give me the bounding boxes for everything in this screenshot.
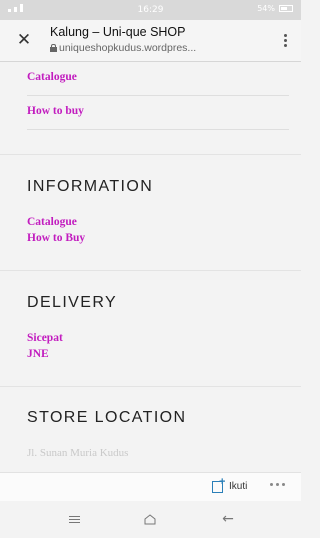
close-icon[interactable]: ✕: [14, 30, 34, 50]
follow-button[interactable]: Ikuti: [212, 476, 248, 493]
link-catalogue[interactable]: Catalogue: [27, 71, 77, 83]
divider: [27, 129, 289, 130]
battery-percent: 54%: [257, 4, 275, 13]
link-sicepat[interactable]: Sicepat: [27, 332, 63, 344]
section-divider: [0, 386, 301, 387]
status-right: 54%: [257, 4, 293, 13]
follow-icon: [212, 476, 225, 493]
link-how-to-buy-info[interactable]: How to Buy: [27, 232, 85, 244]
link-how-to-buy[interactable]: How to buy: [27, 105, 84, 117]
page-url[interactable]: uniqueshopkudus.wordpres...: [50, 42, 196, 54]
heading-delivery: DELIVERY: [27, 294, 118, 311]
system-nav-bar: ←: [0, 501, 301, 538]
follow-label: Ikuti: [229, 480, 248, 492]
menu-icon[interactable]: [62, 509, 86, 529]
more-vertical-icon[interactable]: [279, 30, 291, 50]
store-address: Jl. Sunan Muria Kudus: [27, 447, 129, 459]
page-url-text: uniqueshopkudus.wordpres...: [59, 42, 197, 54]
section-divider: [0, 270, 301, 271]
status-bar: 16:29 54%: [0, 0, 301, 20]
page-title: Kalung – Uni-que SHOP: [50, 25, 186, 39]
status-time: 16:29: [137, 5, 164, 15]
browser-toolbar: ✕ Kalung – Uni-que SHOP uniqueshopkudus.…: [0, 20, 301, 62]
link-catalogue-info[interactable]: Catalogue: [27, 216, 77, 228]
section-divider: [0, 154, 301, 155]
divider: [27, 95, 289, 96]
battery-icon: [279, 5, 293, 12]
heading-information: INFORMATION: [27, 178, 154, 195]
follow-bar: Ikuti: [0, 472, 301, 501]
back-icon[interactable]: ←: [216, 509, 240, 529]
more-horizontal-icon[interactable]: [270, 483, 285, 486]
link-jne[interactable]: JNE: [27, 348, 49, 360]
home-icon[interactable]: [138, 509, 162, 529]
page-content: Catalogue How to buy INFORMATION Catalog…: [0, 63, 301, 501]
lock-icon: [50, 44, 57, 52]
heading-store-location: STORE LOCATION: [27, 409, 187, 426]
